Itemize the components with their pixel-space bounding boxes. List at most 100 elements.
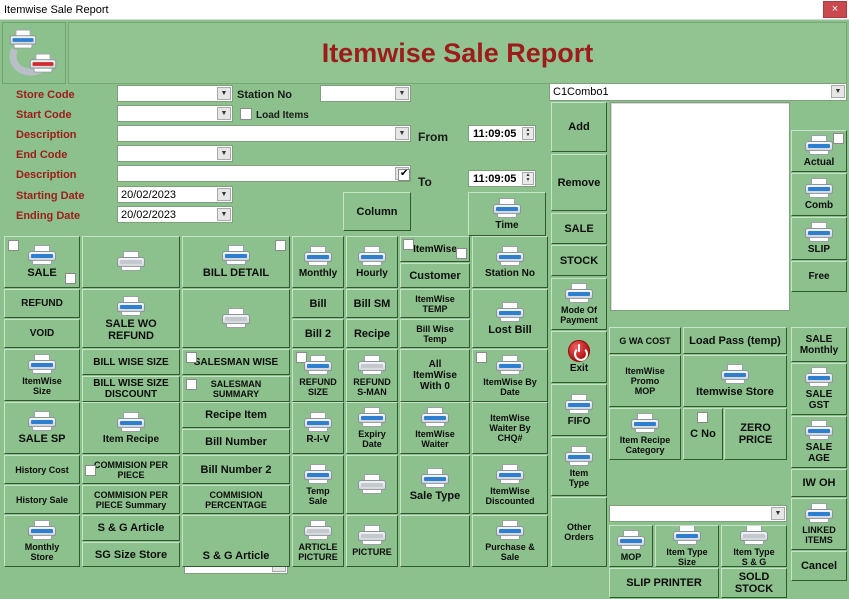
bill-button[interactable]: Bill <box>292 289 344 318</box>
itemwise-checkbox-left[interactable] <box>403 239 414 250</box>
void-button[interactable]: VOID <box>4 319 80 348</box>
recipe-item-button[interactable]: Recipe Item <box>182 402 290 428</box>
start-code-combo[interactable]: ▼ <box>117 105 233 122</box>
iw-oh-button[interactable]: IW OH <box>791 469 847 497</box>
to-enabled-checkbox[interactable] <box>398 168 410 181</box>
bill-number-button[interactable]: Bill Number <box>182 429 290 454</box>
article-picture-button[interactable]: ARTICLE PICTURE <box>292 515 344 567</box>
stock-toggle-button[interactable]: STOCK <box>551 245 607 276</box>
sg-article-button-2[interactable]: S & G Article <box>182 515 290 567</box>
c-no-checkbox[interactable] <box>697 412 708 423</box>
actual-button[interactable]: Actual <box>791 130 847 172</box>
all-itemwise-with-0-button[interactable]: All ItemWise With 0 <box>400 349 470 402</box>
salesman-summary-checkbox[interactable] <box>186 379 197 390</box>
itemwise-temp-button[interactable]: ItemWise TEMP <box>400 289 470 318</box>
fifo-button[interactable]: FIFO <box>551 384 607 436</box>
selected-items-listbox[interactable] <box>610 102 790 311</box>
sale-gst-button[interactable]: SALE GST <box>791 363 847 415</box>
bill-detail-checkbox[interactable] <box>275 240 286 251</box>
item-recipe-button[interactable]: Item Recipe <box>82 402 180 454</box>
itemwise-button[interactable]: ItemWise <box>400 236 470 262</box>
purchase-sale-button[interactable]: Purchase & Sale <box>472 515 548 567</box>
spinner-arrows-icon[interactable]: ▲ ▼ <box>522 127 534 140</box>
exit-button[interactable]: Exit <box>551 331 607 383</box>
bill-sm-button[interactable]: Bill SM <box>346 289 398 318</box>
spinner-arrows-icon[interactable]: ▲ ▼ <box>522 172 534 185</box>
itemwise-store-button[interactable]: Itemwise Store <box>683 355 787 407</box>
sale-sp-button[interactable]: SALE SP <box>4 402 80 454</box>
commision-percentage-button[interactable]: COMMISION PERCENTAGE <box>182 485 290 514</box>
hourly-button[interactable]: Hourly <box>346 236 398 288</box>
bill-number-2-button[interactable]: Bill Number 2 <box>182 455 290 484</box>
chevron-down-icon[interactable]: ▼ <box>217 208 231 221</box>
from-time-spinner[interactable]: 11:09:05 ▲ ▼ <box>468 125 536 142</box>
comb-button[interactable]: Comb <box>791 173 847 216</box>
sale-button[interactable]: SALE <box>4 236 80 288</box>
lost-bill-button[interactable]: Lost Bill <box>472 289 548 348</box>
chevron-down-icon[interactable]: ▼ <box>217 147 231 160</box>
salesman-wise-checkbox[interactable] <box>186 352 197 363</box>
sg-article-button-1[interactable]: S & G Article <box>82 515 180 541</box>
chevron-down-icon[interactable]: ▼ <box>217 188 231 201</box>
c1combo1-combo[interactable]: C1Combo1 ▼ <box>549 83 847 101</box>
starting-date-combo[interactable]: 20/02/2023 ▼ <box>117 186 233 203</box>
ending-date-combo[interactable]: 20/02/2023 ▼ <box>117 206 233 223</box>
sale-age-button[interactable]: SALE AGE <box>791 416 847 468</box>
blank-printer-button-3[interactable] <box>346 455 398 514</box>
item-recipe-category-button[interactable]: Item Recipe Category <box>609 408 681 460</box>
add-button[interactable]: Add <box>551 102 607 152</box>
itemwise-by-date-checkbox[interactable] <box>476 352 487 363</box>
chevron-down-icon[interactable]: ▼ <box>771 507 785 520</box>
chevron-down-icon[interactable]: ▼ <box>395 127 409 140</box>
item-type-sg-button[interactable]: Item Type S & G <box>721 525 787 567</box>
mop-button[interactable]: MOP <box>609 525 653 567</box>
chevron-down-icon[interactable]: ▼ <box>395 87 409 100</box>
bill-wise-size-discount-button[interactable]: BILL WISE SIZE DISCOUNT <box>82 376 180 402</box>
linked-items-button[interactable]: LINKED ITEMS <box>791 498 847 550</box>
monthly-store-button[interactable]: Monthly Store <box>4 515 80 567</box>
gwa-cost-button[interactable]: G WA COST <box>609 327 681 354</box>
sale-checkbox-bottom[interactable] <box>65 273 76 284</box>
history-sale-button[interactable]: History Sale <box>4 485 80 514</box>
itemwise-by-date-button[interactable]: ItemWise By Date <box>472 349 548 402</box>
sg-size-store-button[interactable]: SG Size Store <box>82 542 180 567</box>
chevron-down-icon[interactable]: ▼ <box>831 85 845 98</box>
chevron-down-icon[interactable]: ▼ <box>217 87 231 100</box>
history-cost-button[interactable]: History Cost <box>4 455 80 484</box>
other-orders-button[interactable]: Other Orders <box>551 497 607 567</box>
customer-button[interactable]: Customer <box>400 263 470 288</box>
to-time-spinner[interactable]: 11:09:05 ▲ ▼ <box>468 170 536 187</box>
item-type-size-button[interactable]: Item Type Size <box>655 525 719 567</box>
commision-per-piece-summary-button[interactable]: COMMISION PER PIECE Summary <box>82 485 180 514</box>
station-no-combo[interactable]: ▼ <box>320 85 411 102</box>
bill-detail-button[interactable]: BILL DETAIL <box>182 236 290 288</box>
chevron-down-icon[interactable]: ▼ <box>217 107 231 120</box>
bill-2-button[interactable]: Bill 2 <box>292 319 344 348</box>
station-no-button[interactable]: Station No <box>472 236 548 288</box>
sold-stock-button[interactable]: SOLD STOCK <box>721 568 787 598</box>
load-pass-temp-button[interactable]: Load Pass (temp) <box>683 327 787 354</box>
close-button[interactable]: × <box>823 1 847 18</box>
picture-button[interactable]: PICTURE <box>346 515 398 567</box>
bottom-combo[interactable]: ▼ <box>609 505 787 522</box>
item-type-button[interactable]: Item Type <box>551 437 607 496</box>
itemwise-waiter-by-chq-button[interactable]: ItemWise Waiter By CHQ# <box>472 402 548 454</box>
actual-checkbox[interactable] <box>833 133 844 144</box>
slip-printer-button[interactable]: SLIP PRINTER <box>609 568 719 598</box>
itemwise-size-button[interactable]: ItemWise Size <box>4 349 80 401</box>
blank-printer-button-2[interactable] <box>182 289 290 348</box>
itemwise-promo-mop-button[interactable]: ItemWise Promo MOP <box>609 355 681 407</box>
salesman-wise-button[interactable]: SALESMAN WISE <box>182 349 290 375</box>
description-1-combo[interactable]: ▼ <box>117 125 411 142</box>
mode-of-payment-button[interactable]: Mode Of Payment <box>551 278 607 330</box>
itemwise-checkbox-right[interactable] <box>456 248 467 259</box>
remove-button[interactable]: Remove <box>551 154 607 211</box>
monthly-button[interactable]: Monthly <box>292 236 344 288</box>
salesman-summary-button[interactable]: SALESMAN SUMMARY <box>182 376 290 402</box>
refund-size-button[interactable]: REFUND SIZE <box>292 349 344 402</box>
sale-toggle-button[interactable]: SALE <box>551 213 607 244</box>
refund-button[interactable]: REFUND <box>4 289 80 318</box>
c-no-button[interactable]: C No <box>683 408 723 460</box>
bill-wise-temp-button[interactable]: Bill Wise Temp <box>400 319 470 348</box>
sale-checkbox-top[interactable] <box>8 240 19 251</box>
